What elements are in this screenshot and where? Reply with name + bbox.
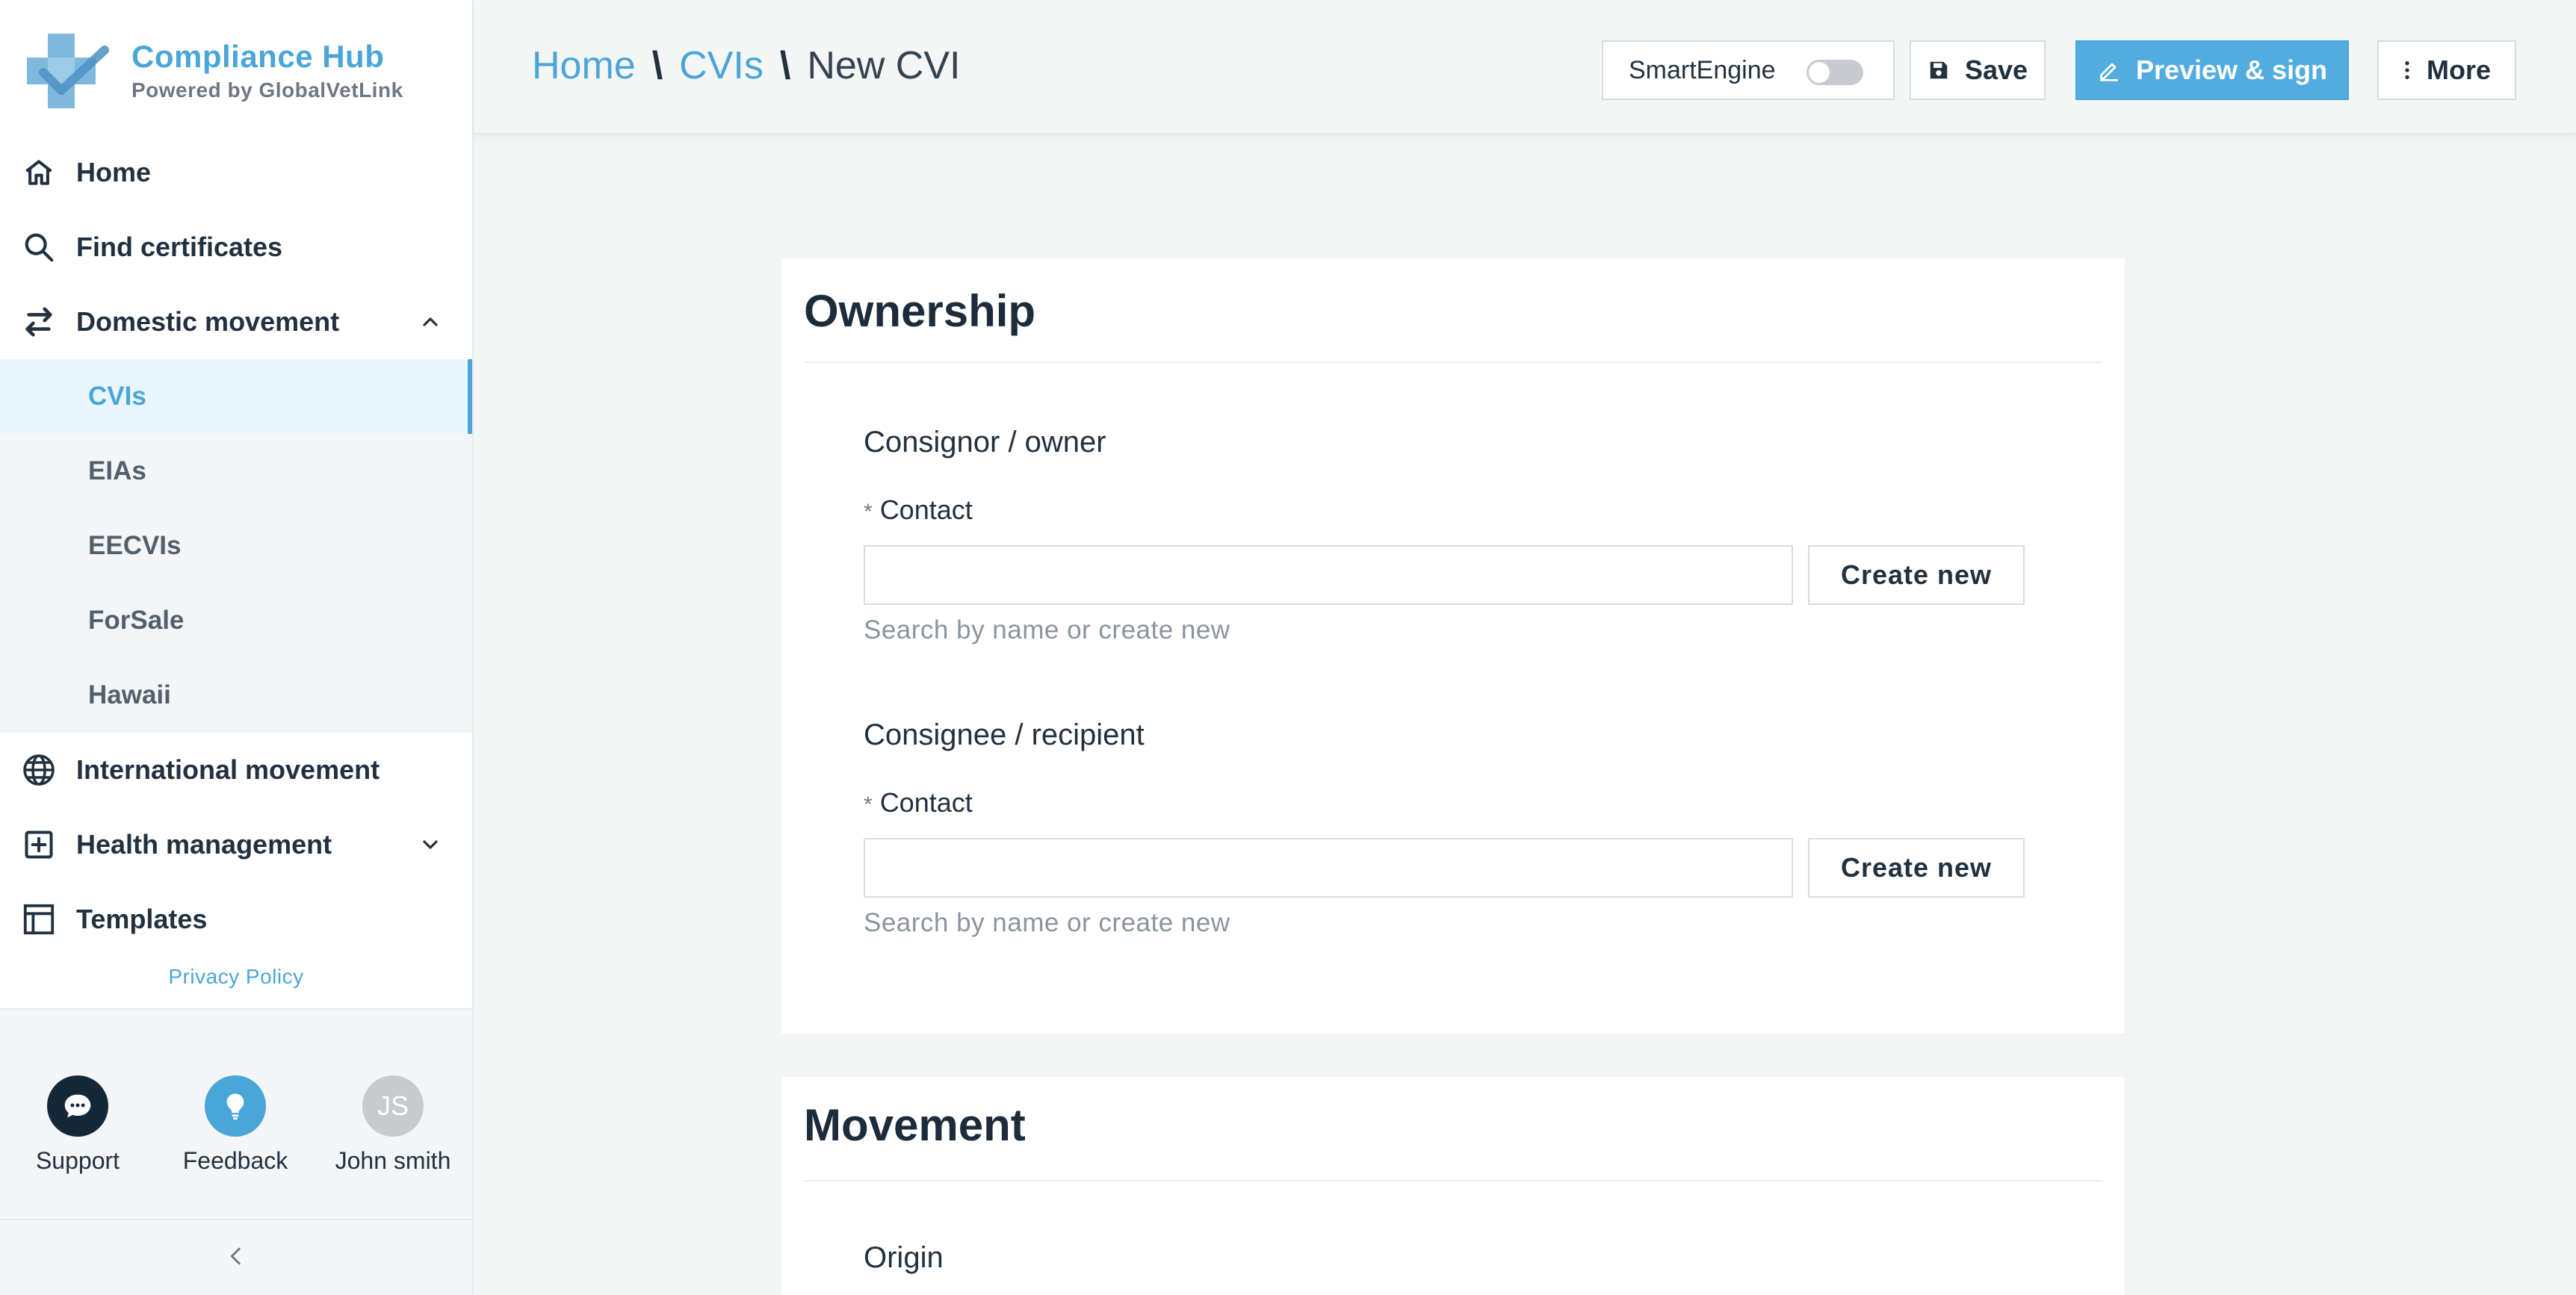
more-menu-button[interactable]: More	[2377, 40, 2516, 100]
toggle-knob	[1809, 62, 1830, 83]
required-marker: *	[864, 500, 873, 524]
home-icon	[21, 155, 57, 190]
chevron-left-icon	[223, 1243, 249, 1273]
required-marker: *	[864, 792, 873, 817]
vertical-dots-icon	[2403, 58, 2412, 82]
brand[interactable]: Compliance Hub Powered by GlobalVetLink	[27, 30, 403, 112]
card-divider	[804, 1180, 2102, 1181]
globe-icon	[21, 752, 57, 788]
smart-engine-toggle[interactable]	[1806, 60, 1863, 85]
sidebar-item-eias[interactable]: EIAs	[0, 434, 472, 509]
medical-plus-icon	[21, 827, 57, 863]
consignor-contact-label: * Contact	[864, 494, 973, 526]
compliance-hub-logo-icon	[27, 34, 109, 108]
nav-label-domestic-movement: Domestic movement	[76, 306, 340, 337]
nav-item-find-certificates[interactable]: Find certificates	[0, 210, 472, 285]
nav-item-domestic-movement[interactable]: Domestic movement	[0, 285, 472, 359]
save-button[interactable]: Save	[1910, 40, 2046, 100]
consignor-create-new-button[interactable]: Create new	[1808, 545, 2025, 605]
pen-sign-icon	[2097, 58, 2121, 82]
origin-section-title: Origin	[864, 1241, 944, 1274]
template-layout-icon	[21, 901, 57, 937]
ownership-card: Ownership Consignor / owner * Contact Cre…	[781, 258, 2125, 1034]
breadcrumb-home[interactable]: Home	[532, 43, 636, 88]
nav-item-home[interactable]: Home	[0, 135, 472, 210]
user-menu-button[interactable]: JS John smith	[318, 1075, 468, 1175]
floppy-disk-icon	[1928, 59, 1950, 81]
sidebar: Compliance Hub Powered by GlobalVetLink …	[0, 0, 474, 1295]
chat-bubble-icon	[47, 1075, 108, 1137]
save-label: Save	[1964, 55, 2028, 85]
privacy-policy-link[interactable]: Privacy Policy	[0, 965, 472, 989]
breadcrumb: Home \ CVIs \ New CVI	[532, 43, 960, 88]
sidebar-item-cvis[interactable]: CVIs	[0, 359, 472, 434]
nav-label-home: Home	[76, 157, 152, 187]
breadcrumb-current: New CVI	[807, 44, 961, 87]
collapse-sidebar-button[interactable]	[0, 1219, 472, 1295]
consignee-section-title: Consignee / recipient	[864, 718, 1145, 751]
feedback-button[interactable]: Feedback	[161, 1075, 310, 1175]
consignee-contact-hint: Search by name or create new	[864, 908, 1230, 937]
consignee-contact-input[interactable]	[864, 838, 1793, 898]
smart-engine-label: SmartEngine	[1629, 55, 1776, 84]
nav-label-health-management: Health management	[76, 829, 332, 860]
card-divider	[804, 361, 2102, 363]
breadcrumb-separator: \	[779, 44, 791, 87]
user-avatar: JS	[362, 1075, 424, 1137]
sidebar-item-hawaii[interactable]: Hawaii	[0, 658, 472, 733]
support-label: Support	[35, 1147, 120, 1174]
main-nav: Home Find certificates Domestic movement…	[0, 135, 472, 957]
nav-item-templates[interactable]: Templates	[0, 882, 472, 957]
nav-label-find-certificates: Find certificates	[76, 232, 283, 262]
search-icon	[21, 229, 57, 265]
sidebar-footer: Support Feedback JS John smith	[0, 1008, 472, 1219]
preview-and-sign-button[interactable]: Preview & sign	[2075, 40, 2349, 100]
support-button[interactable]: Support	[3, 1075, 152, 1175]
user-name-label: John smith	[335, 1147, 451, 1174]
nav-label-international-movement: International movement	[76, 754, 380, 785]
ownership-title: Ownership	[804, 286, 1036, 336]
consignee-create-new-button[interactable]: Create new	[1808, 838, 2025, 898]
consignee-contact-label: * Contact	[864, 787, 973, 819]
consignor-contact-input[interactable]	[864, 545, 1793, 605]
feedback-label: Feedback	[182, 1147, 288, 1174]
sidebar-item-forsale[interactable]: ForSale	[0, 583, 472, 658]
swap-arrows-icon	[21, 304, 57, 340]
nav-item-health-management[interactable]: Health management	[0, 807, 472, 882]
brand-subtitle: Powered by GlobalVetLink	[131, 78, 403, 102]
nav-label-templates: Templates	[76, 904, 208, 934]
domestic-movement-submenu: CVIs EIAs EECVIs ForSale Hawaii	[0, 359, 472, 733]
smart-engine-control: SmartEngine	[1602, 40, 1895, 100]
consignee-contact-label-text: Contact	[879, 787, 973, 818]
sidebar-item-eecvis[interactable]: EECVIs	[0, 509, 472, 583]
more-label: More	[2426, 55, 2491, 85]
brand-title: Compliance Hub	[131, 38, 385, 74]
chevron-up-icon[interactable]	[418, 310, 442, 334]
consignor-section-title: Consignor / owner	[864, 426, 1106, 459]
breadcrumb-cvis[interactable]: CVIs	[679, 43, 764, 88]
lightbulb-icon	[205, 1075, 266, 1137]
nav-item-international-movement[interactable]: International movement	[0, 733, 472, 807]
consignor-contact-hint: Search by name or create new	[864, 615, 1230, 645]
movement-card: Movement Origin	[781, 1077, 2125, 1295]
preview-sign-label: Preview & sign	[2135, 55, 2328, 85]
top-header: Home \ CVIs \ New CVI SmartEngine Save P…	[474, 0, 2576, 134]
movement-title: Movement	[804, 1100, 1026, 1150]
consignor-contact-label-text: Contact	[879, 494, 973, 525]
chevron-down-icon[interactable]	[418, 833, 442, 857]
breadcrumb-separator: \	[651, 44, 663, 87]
